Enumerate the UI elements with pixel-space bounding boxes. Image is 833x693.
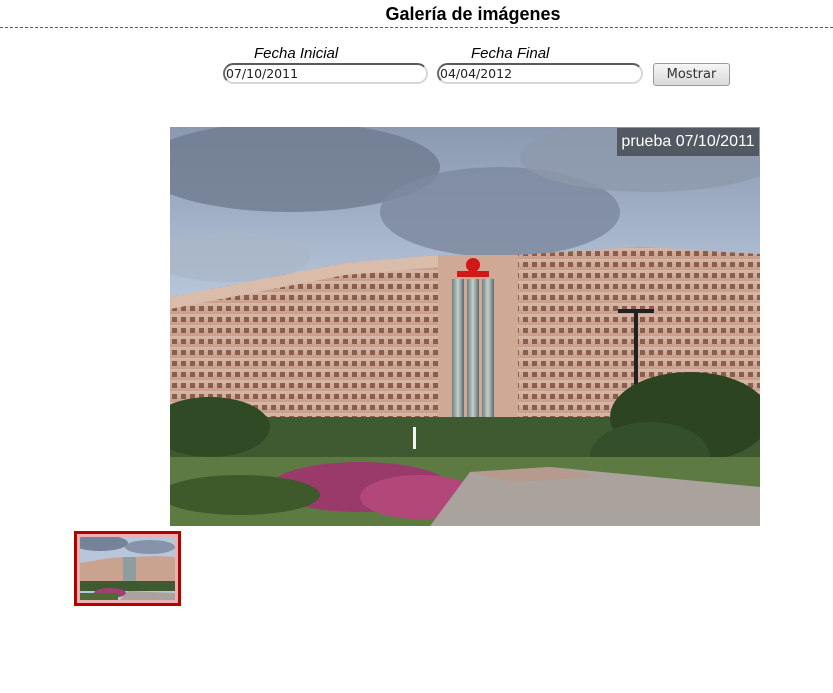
main-photo[interactable]: [170, 127, 760, 526]
start-date-label: Fecha Inicial: [254, 45, 339, 62]
title-divider: [0, 27, 833, 28]
thumbnail-image: [80, 537, 175, 600]
page-title: Galería de imágenes: [385, 4, 561, 24]
start-date-input[interactable]: [223, 63, 428, 84]
end-date-input[interactable]: [437, 63, 643, 84]
show-button[interactable]: Mostrar: [653, 63, 730, 86]
gallery-thumbnail[interactable]: [74, 531, 181, 606]
photo-caption: prueba 07/10/2011: [617, 128, 759, 156]
hotel-photo-image: [170, 127, 760, 526]
end-date-label: Fecha Final: [471, 45, 550, 62]
